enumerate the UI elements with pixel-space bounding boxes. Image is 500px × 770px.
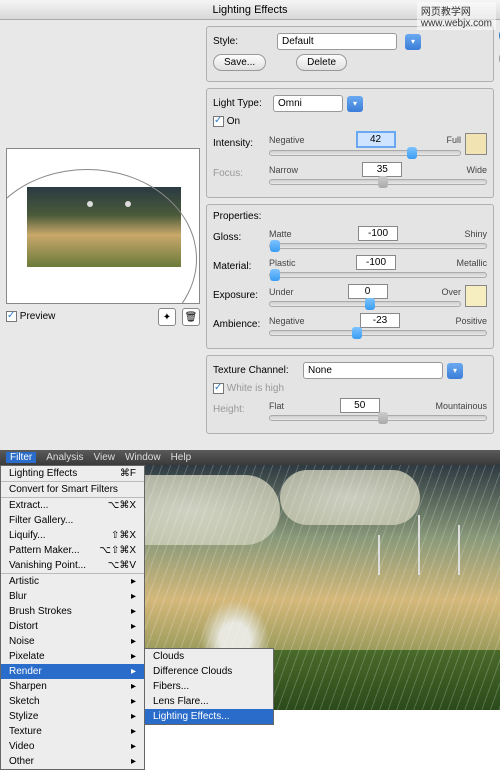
slider-thumb[interactable] [365,298,375,310]
exposure-field[interactable] [348,284,388,299]
lighting-effects-dialog: Lighting Effects Preview ✦ 🗑 Style: [0,0,500,450]
menu-item[interactable]: Sharpen▸ [1,679,144,694]
light-color-swatch[interactable] [465,133,487,155]
menu-window[interactable]: Window [125,452,161,463]
texture-channel-select[interactable]: None [303,362,443,379]
light-type-label: Light Type: [213,98,273,109]
submenu-item[interactable]: Fibers... [145,679,273,694]
trash-icon[interactable]: 🗑 [182,308,200,326]
submenu-item[interactable]: Clouds [145,649,273,664]
style-select[interactable]: Default [277,33,397,50]
menu-item[interactable]: Video▸ [1,739,144,754]
material-slider[interactable] [269,272,487,278]
slider-thumb[interactable] [407,147,417,159]
render-submenu: CloudsDifference CloudsFibers...Lens Fla… [144,648,274,725]
slider-thumb[interactable] [270,269,280,281]
slider-thumb[interactable] [352,327,362,339]
save-button[interactable]: Save... [213,54,266,71]
slider-thumb [378,176,388,188]
submenu-item[interactable]: Difference Clouds [145,664,273,679]
menu-item[interactable]: Artistic▸ [1,573,144,589]
menu-view[interactable]: View [93,452,115,463]
menu-item[interactable]: Distort▸ [1,619,144,634]
properties-label: Properties: [213,211,261,222]
lightbulb-icon[interactable]: ✦ [158,308,176,326]
menu-item[interactable]: Sketch▸ [1,694,144,709]
preview-frame[interactable] [6,148,200,304]
slider-thumb [378,412,388,424]
gloss-field[interactable] [358,226,398,241]
menu-item[interactable]: Vanishing Point...⌥⌘V [1,558,144,573]
menu-item[interactable]: Blur▸ [1,589,144,604]
on-checkbox[interactable] [213,116,224,127]
menu-item[interactable]: Texture▸ [1,724,144,739]
filter-menu-screenshot: Filter Analysis View Window Help Lightin… [0,450,500,710]
ambience-field[interactable] [360,313,400,328]
slider-thumb[interactable] [270,240,280,252]
delete-button[interactable]: Delete [296,54,347,71]
white-high-checkbox [213,383,224,394]
intensity-label: Intensity: [213,138,269,149]
intensity-field[interactable] [356,131,396,148]
menu-item[interactable]: Brush Strokes▸ [1,604,144,619]
texture-channel-label: Texture Channel: [213,365,303,376]
menu-item[interactable]: Filter Gallery... [1,513,144,528]
material-label: Material: [213,261,269,272]
on-label: On [227,116,240,127]
menu-item[interactable]: Pixelate▸ [1,649,144,664]
exposure-slider[interactable] [269,301,461,307]
gloss-label: Gloss: [213,232,269,243]
submenu-item[interactable]: Lighting Effects... [145,709,273,724]
menu-item[interactable]: Convert for Smart Filters [1,481,144,497]
menu-item[interactable]: Pattern Maker...⌥⇧⌘X [1,543,144,558]
menu-item[interactable]: Lighting Effects⌘F [1,466,144,481]
exposure-label: Exposure: [213,290,269,301]
intensity-slider[interactable] [269,150,461,156]
filter-dropdown-menu: Lighting Effects⌘FConvert for Smart Filt… [0,465,145,770]
focus-slider [269,179,487,185]
menu-help[interactable]: Help [171,452,192,463]
preview-checkbox-row[interactable]: Preview [6,311,55,322]
material-field[interactable] [356,255,396,270]
focus-label: Focus: [213,168,269,179]
dropdown-icon[interactable]: ▾ [447,363,463,379]
submenu-item[interactable]: Lens Flare... [145,694,273,709]
height-field [340,398,380,413]
preview-checkbox[interactable] [6,311,17,322]
menu-item[interactable]: Stylize▸ [1,709,144,724]
light-type-select[interactable]: Omni [273,95,343,112]
preview-label: Preview [20,312,56,323]
dropdown-icon[interactable]: ▾ [347,96,363,112]
white-high-label: White is high [227,383,284,394]
height-slider [269,415,487,421]
menu-analysis[interactable]: Analysis [46,452,83,463]
height-label: Height: [213,404,269,415]
ambient-color-swatch[interactable] [465,285,487,307]
gloss-slider[interactable] [269,243,487,249]
style-label: Style: [213,36,273,47]
menu-item[interactable]: Extract...⌥⌘X [1,497,144,513]
menu-filter[interactable]: Filter [6,452,36,463]
ambience-slider[interactable] [269,330,487,336]
ambience-label: Ambience: [213,319,269,330]
menu-item[interactable]: Liquify...⇧⌘X [1,528,144,543]
menu-item[interactable]: Noise▸ [1,634,144,649]
focus-field [362,162,402,177]
menu-item[interactable]: Render▸ [1,664,144,679]
app-menubar: Filter Analysis View Window Help [0,450,500,465]
watermark: 网页教学网www.webjx.com [417,2,496,30]
dropdown-icon[interactable]: ▾ [405,34,421,50]
menu-item[interactable]: Other▸ [1,754,144,769]
